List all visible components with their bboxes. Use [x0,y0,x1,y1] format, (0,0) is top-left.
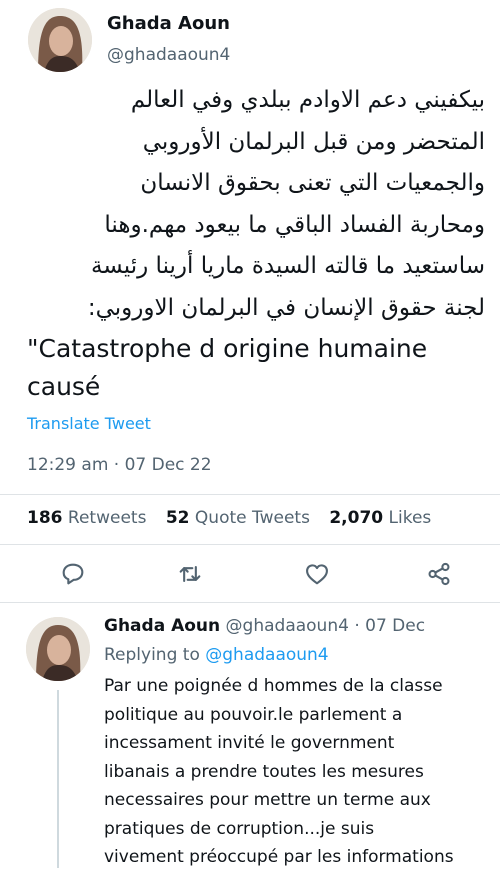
reply-avatar[interactable] [26,617,90,681]
like-button[interactable] [303,560,331,588]
reply-line: vivement préoccupé par les informations [104,847,454,867]
tweet-timestamp[interactable]: 12:29 am · 07 Dec 22 [27,455,212,475]
tweet-text-arabic: بيكفيني دعم الاوادم ببلدي وفي العالم الم… [20,80,485,329]
quote-tweets-count: 52 [165,508,190,528]
reply-line: pratiques de corruption...je suis [104,818,375,839]
retweet-button[interactable] [176,560,204,588]
replying-prefix: Replying to [104,645,200,665]
tweet-line: بيكفيني دعم الاوادم ببلدي وفي العالم [130,87,485,113]
retweets-count: 186 [27,508,63,528]
tweet-stats: 186 Retweets 52 Quote Tweets 2,070 Likes [27,508,445,528]
reply-line: politique au pouvoir.le parlement a [104,704,403,725]
divider [0,494,500,495]
like-icon [306,564,328,585]
reply-icon [62,563,84,585]
replying-to: Replying to @ghadaaoun4 [104,645,329,665]
tweet-line: ساستعيد ما قالته السيدة ماريا أرينا رئيس… [90,253,485,279]
tweet-text-latin: "Catastrophe d origine humaine causé [27,330,487,406]
likes-label: Likes [388,508,432,528]
share-icon [428,562,450,586]
reply-author-handle[interactable]: @ghadaaoun4 · 07 Dec [226,616,426,636]
translate-tweet-link[interactable]: Translate Tweet [27,414,151,433]
share-button[interactable] [425,560,453,588]
avatar[interactable] [28,8,92,72]
divider [0,602,500,603]
likes-stat[interactable]: 2,070 Likes [329,508,431,528]
reply-line: necessaires pour mettre un terme aux [104,790,431,810]
retweets-label: Retweets [67,508,147,528]
avatar-photo [28,8,92,72]
tweet-line: causé [27,372,101,401]
tweet-line: والجمعيات التي تعنى بحقوق الانسان [140,170,485,196]
likes-count: 2,070 [329,508,384,528]
reply-line: libanais a prendre toutes les mesures [104,761,424,782]
retweet-icon [179,565,201,583]
reply-line: Par une poignée d hommes de la classe [104,676,443,696]
tweet-line: لجنة حقوق الإنسان في البرلمان الاوروبي: [87,294,485,321]
reply-header: Ghada Aoun @ghadaaoun4 · 07 Dec [104,616,425,636]
quote-tweets-label: Quote Tweets [194,508,310,528]
tweet-line: "Catastrophe d origine humaine [27,334,428,363]
reply-text: Par une poignée d hommes de la classe po… [104,672,494,872]
replying-mention-link[interactable]: @ghadaaoun4 [205,645,328,665]
divider [0,544,500,545]
author-handle[interactable]: @ghadaaoun4 [107,45,230,65]
avatar-photo [26,617,90,681]
reply-author-name[interactable]: Ghada Aoun [104,616,220,636]
tweet-line: ومحاربة الفساد الباقي ما بيعود مهم.وهنا [104,211,485,238]
thread-line [57,690,59,868]
tweet-line: المتحضر ومن قبل البرلمان الأوروبي [142,128,485,155]
reply-button[interactable] [59,560,87,588]
reply-line: incessament invité le government [104,733,395,753]
retweets-stat[interactable]: 186 Retweets [27,508,146,528]
author-name[interactable]: Ghada Aoun [107,13,230,34]
quote-tweets-stat[interactable]: 52 Quote Tweets [166,508,310,528]
